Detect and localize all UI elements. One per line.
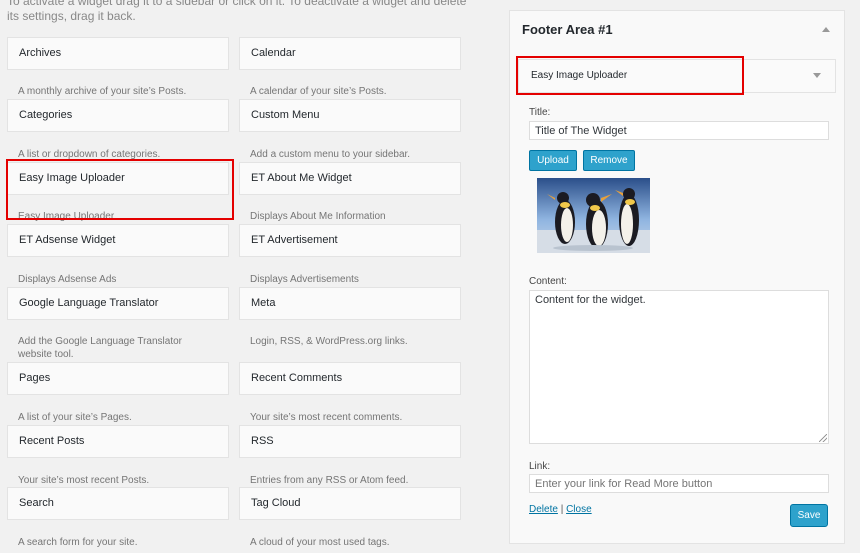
- link-separator: |: [560, 504, 564, 515]
- title-input[interactable]: [529, 121, 829, 140]
- widget-description: A calendar of your site’s Posts.: [250, 86, 387, 97]
- widget-item[interactable]: Recent Posts: [7, 425, 229, 458]
- widget-item[interactable]: RSS: [239, 425, 461, 458]
- widget-item[interactable]: Recent Comments: [239, 362, 461, 395]
- widget-description: Displays Adsense Ads: [18, 274, 117, 285]
- widget-description: Your site’s most recent Posts.: [18, 475, 150, 486]
- widget-item[interactable]: ET About Me Widget: [239, 162, 461, 195]
- close-link[interactable]: Close: [566, 504, 592, 515]
- widget-item[interactable]: ET Advertisement: [239, 224, 461, 257]
- content-textarea[interactable]: Content for the widget.: [529, 290, 829, 444]
- intro-text: To activate a widget drag it to a sideba…: [7, 0, 467, 23]
- widget-description: Add a custom menu to your sidebar.: [250, 149, 411, 160]
- widget-description: Your site’s most recent comments.: [250, 412, 403, 423]
- widget-actions: Delete | Close: [529, 504, 592, 515]
- widget-description: Displays Advertisements: [250, 274, 359, 285]
- delete-link[interactable]: Delete: [529, 504, 558, 515]
- widget-item[interactable]: Easy Image Uploader: [7, 162, 229, 195]
- remove-button[interactable]: Remove: [583, 150, 635, 171]
- widget-item[interactable]: Archives: [7, 37, 229, 70]
- widget-item[interactable]: Pages: [7, 362, 229, 395]
- sidebar-title[interactable]: Footer Area #1: [522, 22, 613, 37]
- collapse-arrow-icon[interactable]: [822, 27, 830, 32]
- widget-item[interactable]: Calendar: [239, 37, 461, 70]
- widget-description: A list of your site’s Pages.: [18, 412, 132, 423]
- widget-item[interactable]: Google Language Translator: [7, 287, 229, 320]
- widget-description: Add the Google Language Translator websi…: [18, 336, 183, 360]
- link-label: Link:: [529, 461, 551, 472]
- page-scrollbar[interactable]: [860, 0, 864, 553]
- resize-handle-icon[interactable]: [819, 434, 827, 442]
- widget-item[interactable]: ET Adsense Widget: [7, 224, 229, 257]
- widget-item[interactable]: Search: [7, 487, 229, 520]
- uploaded-image-penguins: [537, 178, 650, 253]
- link-input[interactable]: [529, 474, 829, 493]
- widget-item[interactable]: Tag Cloud: [239, 487, 461, 520]
- widget-description: A search form for your site.: [18, 537, 138, 548]
- widget-description: A list or dropdown of categories.: [18, 149, 161, 160]
- save-button[interactable]: Save: [790, 504, 828, 527]
- widget-description: A cloud of your most used tags.: [250, 537, 390, 548]
- widget-description: Displays About Me Information: [250, 211, 386, 222]
- widget-item[interactable]: Meta: [239, 287, 461, 320]
- content-text: Content for the widget.: [535, 294, 646, 306]
- widget-description: Entries from any RSS or Atom feed.: [250, 475, 409, 486]
- title-label: Title:: [529, 107, 551, 118]
- upload-button[interactable]: Upload: [529, 150, 577, 171]
- widget-item[interactable]: Categories: [7, 99, 229, 132]
- expand-arrow-icon[interactable]: [813, 73, 821, 78]
- sidebar-widget-title: Easy Image Uploader: [531, 70, 628, 81]
- widget-item[interactable]: Custom Menu: [239, 99, 461, 132]
- widget-description: Login, RSS, & WordPress.org links.: [250, 336, 408, 347]
- widget-description: A monthly archive of your site’s Posts.: [18, 86, 187, 97]
- widget-description: Easy Image Uploader: [18, 211, 115, 222]
- content-label: Content:: [529, 276, 567, 287]
- sidebar-panel-footer-area-1: Footer Area #1 Easy Image Uploader Title…: [509, 10, 845, 544]
- sidebar-widget-header[interactable]: Easy Image Uploader: [518, 59, 836, 93]
